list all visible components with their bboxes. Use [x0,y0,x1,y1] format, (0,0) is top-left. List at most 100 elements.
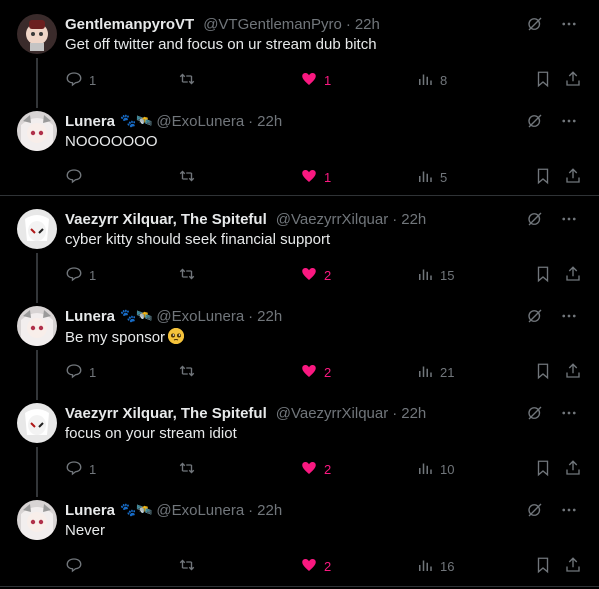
more-icon[interactable] [559,500,579,520]
like-button[interactable]: 1 [300,70,331,91]
bookmark-button[interactable] [534,167,552,188]
retweet-icon [178,265,196,286]
avatar[interactable] [17,306,57,346]
tweet-text-content: focus on your stream idiot [65,425,237,442]
timestamp[interactable]: 22h [257,308,282,325]
avatar[interactable] [17,111,57,151]
display-name[interactable]: GentlemanpyroVT [65,16,194,33]
timestamp[interactable]: 22h [401,405,426,422]
reply-button[interactable] [65,167,89,188]
display-name[interactable]: Lunera [65,113,115,130]
retweet-button[interactable] [178,167,196,188]
tweet-actions: 1 2 21 [65,362,585,382]
view-count: 5 [440,170,448,185]
tweet-actions: 1 1 8 [65,70,585,90]
grok-icon[interactable] [525,209,545,229]
more-icon[interactable] [559,209,579,229]
pleading-face-emoji [168,328,185,344]
tweet[interactable]: Lunera 🐾🛰️ @ExoLunera · 22h Never 2 16 [0,500,599,580]
avatar[interactable] [17,209,57,249]
grok-icon[interactable] [525,306,545,326]
views-button[interactable]: 8 [416,70,447,91]
timestamp[interactable]: 22h [257,113,282,130]
views-button[interactable]: 21 [416,362,454,383]
like-button[interactable]: 1 [300,167,331,188]
like-button[interactable]: 2 [300,362,331,383]
grok-icon[interactable] [525,111,545,131]
more-icon[interactable] [559,403,579,423]
grok-icon[interactable] [525,14,545,34]
grok-icon[interactable] [525,500,545,520]
like-button[interactable]: 2 [300,459,331,480]
bookmark-button[interactable] [534,362,552,383]
user-handle[interactable]: @VaezyrrXilquar [276,211,389,228]
bookmark-button[interactable] [534,70,552,91]
timestamp[interactable]: 22h [401,211,426,228]
separator-dot: · [248,112,254,130]
tweet[interactable]: Lunera 🐾🛰️ @ExoLunera · 22h NOOOOOOO 1 5 [0,111,599,191]
display-name[interactable]: Vaezyrr Xilquar, The Spiteful [65,405,267,422]
user-handle[interactable]: @ExoLunera [156,113,244,130]
tweet[interactable]: GentlemanpyroVT @VTGentlemanPyro · 22h Get o… [0,14,599,94]
share-button[interactable] [564,362,582,383]
user-handle[interactable]: @VaezyrrXilquar [276,405,389,422]
like-count: 1 [324,73,332,88]
tweet-text-content: NOOOOOOO [65,133,158,150]
views-icon [416,265,434,286]
tweet-actions: 15 [65,167,585,187]
grok-icon[interactable] [525,403,545,423]
reply-button[interactable]: 1 [65,70,96,91]
timestamp[interactable]: 22h [257,502,282,519]
bookmark-button[interactable] [534,265,552,286]
reply-icon [65,70,83,91]
user-handle[interactable]: @VTGentlemanPyro [203,16,342,33]
name-badges: 🐾🛰️ [120,113,153,128]
retweet-icon [178,70,196,91]
display-name[interactable]: Lunera [65,308,115,325]
more-icon[interactable] [559,306,579,326]
reply-icon [65,556,83,577]
tweet-text-content: Be my sponsor [65,329,166,346]
share-button[interactable] [564,556,582,577]
views-button[interactable]: 16 [416,556,454,577]
reply-button[interactable]: 1 [65,459,96,480]
avatar[interactable] [17,403,57,443]
views-button[interactable]: 15 [416,265,454,286]
heart-icon [300,167,318,188]
display-name[interactable]: Vaezyrr Xilquar, The Spiteful [65,211,267,228]
views-button[interactable]: 10 [416,459,454,480]
reply-button[interactable]: 1 [65,265,96,286]
tweet-text-content: Never [65,522,106,539]
views-button[interactable]: 5 [416,167,447,188]
share-button[interactable] [564,70,582,91]
user-handle[interactable]: @ExoLunera [156,502,244,519]
retweet-button[interactable] [178,265,196,286]
tweet-text: Get off twitter and focus on ur stream d… [65,36,377,53]
more-icon[interactable] [559,111,579,131]
user-handle[interactable]: @ExoLunera [156,308,244,325]
reply-button[interactable]: 1 [65,362,96,383]
retweet-button[interactable] [178,362,196,383]
display-name[interactable]: Lunera [65,502,115,519]
reply-button[interactable] [65,556,89,577]
tweet-text: cyber kitty should seek financial suppor… [65,231,330,248]
timestamp[interactable]: 22h [355,16,380,33]
share-button[interactable] [564,265,582,286]
avatar[interactable] [17,14,57,54]
tweet[interactable]: Lunera 🐾🛰️ @ExoLunera · 22h Be my sponsor 1 2 21 [0,306,599,386]
tweet-header: Lunera 🐾🛰️ @ExoLunera · 22h [65,111,282,131]
separator-dot: · [248,307,254,325]
more-icon[interactable] [559,14,579,34]
tweet[interactable]: Vaezyrr Xilquar, The Spiteful @VaezyrrXil… [0,403,599,483]
bookmark-button[interactable] [534,556,552,577]
retweet-button[interactable] [178,459,196,480]
tweet[interactable]: Vaezyrr Xilquar, The Spiteful @VaezyrrXil… [0,209,599,289]
bookmark-button[interactable] [534,459,552,480]
like-button[interactable]: 2 [300,265,331,286]
like-button[interactable]: 2 [300,556,331,577]
avatar[interactable] [17,500,57,540]
retweet-button[interactable] [178,70,196,91]
share-button[interactable] [564,167,582,188]
share-button[interactable] [564,459,582,480]
retweet-button[interactable] [178,556,196,577]
